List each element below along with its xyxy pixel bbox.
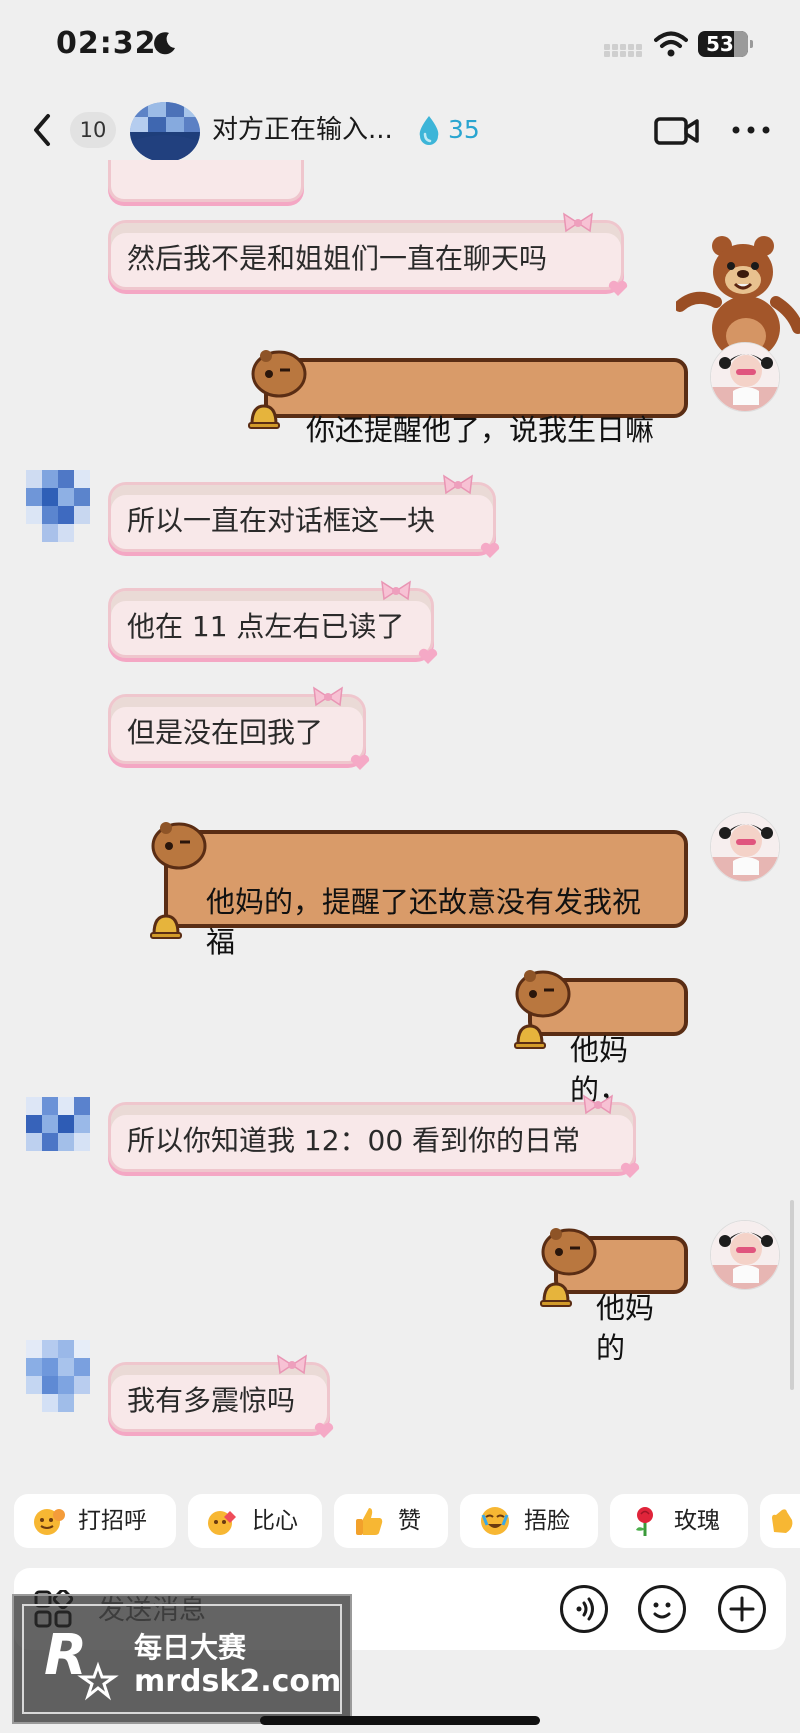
contact-avatar-pixelated[interactable] — [26, 1090, 90, 1164]
heart-hands-icon — [208, 1511, 236, 1535]
pixelated-avatar-image — [130, 102, 200, 162]
add-attachment-button[interactable] — [718, 1585, 766, 1633]
bow-decoration-icon — [563, 212, 593, 233]
message-text: 所以一直在对话框这一块 — [127, 504, 436, 537]
home-indicator[interactable] — [260, 1716, 540, 1725]
emoji-button[interactable] — [638, 1585, 686, 1633]
message-text: 他妈的 — [596, 1291, 655, 1365]
clock: 02:32 — [56, 26, 157, 61]
back-arrow-icon[interactable] — [28, 110, 58, 150]
message-bubble-received[interactable]: 我有多震惊吗 — [108, 1354, 334, 1438]
plus-icon — [729, 1596, 755, 1622]
facepalm-icon — [481, 1507, 509, 1535]
bow-decoration-icon — [443, 474, 473, 495]
message-text: 但是没在回我了 — [127, 716, 324, 749]
partial-message-bubble — [108, 160, 304, 202]
heart-decoration-icon — [608, 280, 628, 296]
rose-icon — [636, 1507, 653, 1536]
quick-reaction-label: 赞 — [398, 1508, 421, 1534]
my-avatar[interactable] — [710, 812, 780, 882]
video-call-icon[interactable] — [654, 114, 700, 148]
bow-decoration-icon — [381, 580, 411, 601]
quick-reaction-rose[interactable]: 玫瑰 — [610, 1494, 748, 1548]
capybara-sticker-icon — [251, 350, 307, 398]
smiley-face-icon — [653, 1602, 671, 1619]
my-avatar[interactable] — [710, 1220, 780, 1290]
status-bar: 02:32 53 — [0, 0, 800, 90]
clap-hands-icon — [772, 1509, 793, 1533]
spark-count: 35 — [448, 115, 480, 144]
bell-decoration-icon — [514, 1024, 546, 1049]
heart-decoration-icon — [350, 754, 370, 770]
heart-decoration-icon — [418, 648, 438, 664]
contact-avatar-pixelated[interactable] — [26, 470, 90, 544]
bell-decoration-icon — [150, 914, 182, 939]
message-bubble-sent[interactable]: 你还提醒他了，说我生日嘛 — [264, 358, 688, 447]
watermark-overlay: R 每日大赛 mrdsk2.com — [12, 1594, 352, 1724]
bell-decoration-icon — [540, 1282, 572, 1307]
cartoon-girl-avatar-image — [711, 343, 779, 411]
quick-reaction-more[interactable] — [760, 1494, 800, 1548]
unread-count-badge[interactable]: 10 — [70, 112, 116, 148]
wifi-icon — [654, 31, 688, 57]
battery-indicator: 53 — [698, 31, 753, 57]
quick-reaction-label: 捂脸 — [524, 1508, 570, 1534]
message-bubble-received[interactable]: 所以一直在对话框这一块 — [108, 474, 500, 558]
bell-decoration-icon — [248, 404, 280, 429]
message-text: 然后我不是和姐姐们一直在聊天吗 — [127, 242, 548, 275]
typing-status-title: 对方正在输入... — [212, 115, 393, 145]
spark-drop-icon — [419, 116, 439, 145]
moon-icon — [154, 32, 175, 55]
watermark-url: mrdsk2.com — [134, 1664, 342, 1699]
quick-reaction-label: 打招呼 — [78, 1508, 147, 1534]
contact-avatar[interactable] — [130, 102, 200, 162]
more-options-icon[interactable] — [730, 118, 772, 142]
message-text: 我有多震惊吗 — [127, 1384, 296, 1417]
scroll-indicator[interactable] — [790, 1200, 794, 1390]
cellular-signal-icon — [604, 38, 644, 57]
voice-wave-icon — [576, 1597, 594, 1621]
svg-text:R: R — [44, 1623, 87, 1688]
heart-decoration-icon — [314, 1422, 334, 1438]
bow-decoration-icon — [583, 1094, 613, 1115]
quick-reaction-facepalm[interactable]: 捂脸 — [460, 1494, 598, 1548]
bow-decoration-icon — [313, 686, 343, 707]
message-bubble-received[interactable]: 所以你知道我 12：00 看到你的日常 — [108, 1094, 640, 1178]
capybara-sticker-icon — [541, 1228, 597, 1276]
quick-reaction-label: 比心 — [252, 1508, 298, 1534]
wave-face-icon — [34, 1509, 65, 1535]
bow-decoration-icon — [277, 1354, 307, 1375]
message-bubble-received[interactable]: 然后我不是和姐姐们一直在聊天吗 — [108, 212, 628, 296]
capybara-sticker-icon — [151, 822, 207, 870]
capybara-sticker-icon — [515, 970, 571, 1018]
cartoon-girl-avatar-image — [711, 1221, 779, 1289]
message-text: 他妈的，提醒了还故意没有发我祝 福 — [206, 885, 642, 959]
thumbs-up-icon — [356, 1508, 383, 1535]
quick-reaction-like[interactable]: 赞 — [334, 1494, 448, 1548]
message-text: 所以你知道我 12：00 看到你的日常 — [127, 1124, 581, 1157]
message-bubble-received[interactable]: 但是没在回我了 — [108, 686, 370, 770]
my-avatar[interactable] — [710, 342, 780, 412]
heart-decoration-icon — [620, 1162, 640, 1178]
cartoon-girl-avatar-image — [711, 813, 779, 881]
quick-reaction-label: 玫瑰 — [674, 1508, 720, 1534]
quick-reaction-heart[interactable]: 比心 — [188, 1494, 322, 1548]
heart-decoration-icon — [480, 542, 500, 558]
watermark-title: 每日大赛 — [134, 1631, 247, 1664]
quick-reaction-greet[interactable]: 打招呼 — [14, 1494, 176, 1548]
message-bubble-received[interactable]: 他在 11 点左右已读了 — [108, 580, 438, 664]
contact-avatar-pixelated[interactable] — [26, 1340, 90, 1414]
message-bubble-sent[interactable]: 他妈的，提醒了还故意没有发我祝 福 — [164, 830, 688, 959]
battery-level: 53 — [706, 32, 734, 56]
voice-message-button[interactable] — [560, 1585, 608, 1633]
message-text: 你还提醒他了，说我生日嘛 — [306, 413, 655, 447]
watermark-logo-icon: R — [44, 1623, 119, 1701]
message-text: 他在 11 点左右已读了 — [127, 610, 405, 643]
